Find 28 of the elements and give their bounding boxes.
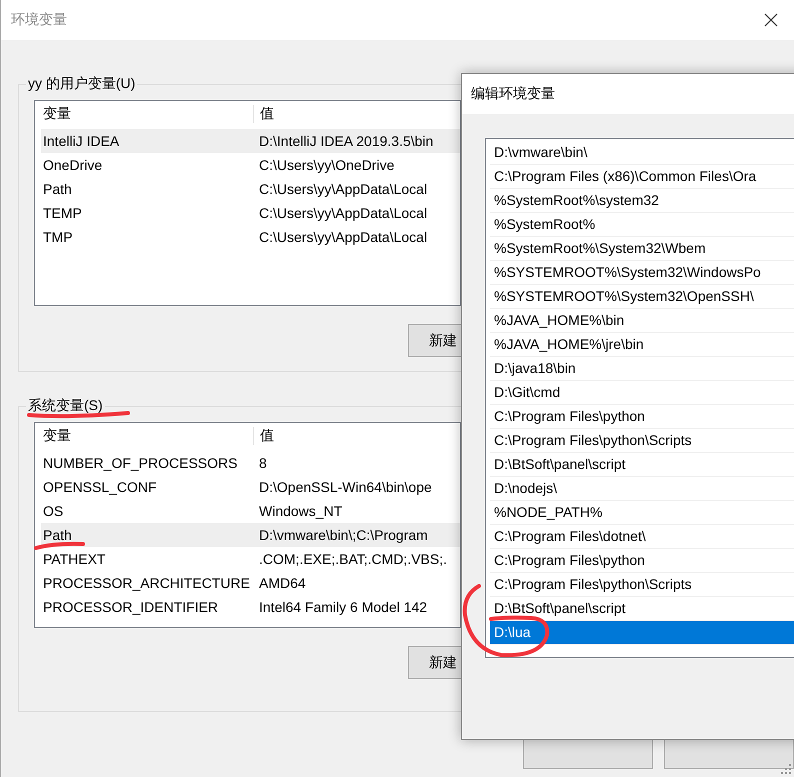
group-label: yy 的用户变量(U) <box>26 75 138 93</box>
variable-name: PATHEXT <box>42 551 106 567</box>
window-title: 环境变量 <box>11 11 67 29</box>
variable-value: D:\vmware\bin\;C:\Program <box>258 527 428 543</box>
variable-name: Path <box>42 181 73 197</box>
variable-name: Path <box>42 527 73 543</box>
variable-value: Intel64 Family 6 Model 142 <box>258 599 428 615</box>
variable-name: IntelliJ IDEA <box>42 133 120 149</box>
variable-name: TEMP <box>42 205 83 221</box>
variable-value: C:\Users\yy\AppData\Local <box>258 205 428 221</box>
variable-value: C:\Users\yy\OneDrive <box>258 157 394 173</box>
variable-name: PROCESSOR_ARCHITECTURE <box>42 575 251 591</box>
group-label: 系统变量(S) <box>26 397 105 415</box>
variable-name: TMP <box>42 229 74 245</box>
variable-name: NUMBER_OF_PROCESSORS <box>42 455 238 471</box>
variable-value: D:\IntelliJ IDEA 2019.3.5\bin <box>258 133 434 149</box>
variable-value: C:\Users\yy\AppData\Local <box>258 181 428 197</box>
dialog-title: 编辑环境变量 <box>471 85 555 103</box>
variable-value: AMD64 <box>258 575 306 591</box>
variable-name: PROCESSOR_IDENTIFIER <box>42 599 220 615</box>
variable-value: .COM;.EXE;.BAT;.CMD;.VBS;. <box>258 551 447 567</box>
variable-name: OPENSSL_CONF <box>42 479 158 495</box>
variable-name: OneDrive <box>42 157 104 173</box>
variable-value: D:\OpenSSL-Win64\bin\ope <box>258 479 432 495</box>
variable-value: C:\Users\yy\AppData\Local <box>258 229 428 245</box>
variable-name: OS <box>42 503 64 519</box>
variable-value: 8 <box>258 455 267 471</box>
variable-value: Windows_NT <box>258 503 342 519</box>
